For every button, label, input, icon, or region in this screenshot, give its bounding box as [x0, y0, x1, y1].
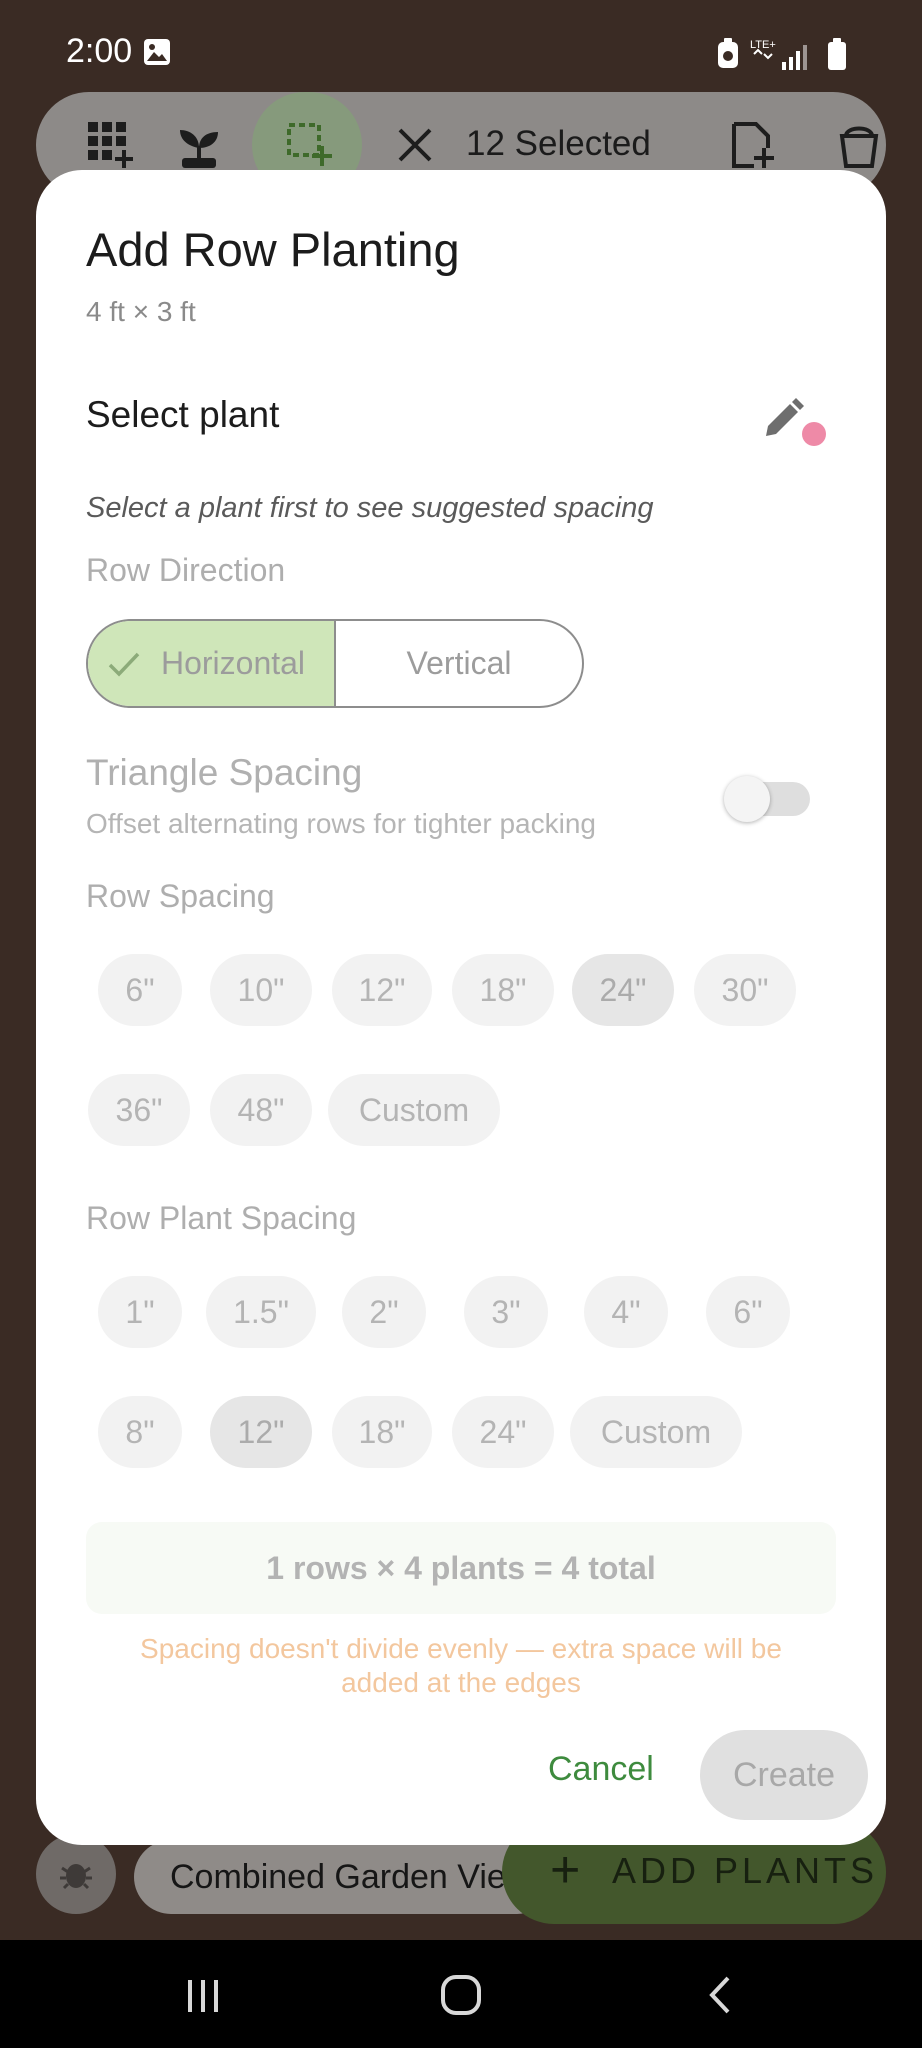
- row-spacing-chip[interactable]: 6": [98, 954, 182, 1026]
- triangle-spacing-subtitle: Offset alternating rows for tighter pack…: [86, 808, 596, 839]
- plant-spacing-chip[interactable]: 24": [452, 1396, 554, 1468]
- network-type: LTE+: [750, 39, 776, 51]
- grid-add-icon[interactable]: [88, 122, 134, 168]
- row-spacing-custom-chip[interactable]: Custom: [328, 1074, 500, 1146]
- create-button[interactable]: Create: [700, 1730, 868, 1820]
- plus-icon: +: [550, 1841, 581, 1899]
- battery-icon: [828, 38, 846, 70]
- row-spacing-chip[interactable]: 12": [332, 954, 432, 1026]
- system-navigation-bar: [0, 1940, 922, 2048]
- triangle-spacing-title: Triangle Spacing: [86, 752, 363, 793]
- back-icon[interactable]: [696, 1970, 746, 2020]
- unset-indicator-dot: [802, 422, 826, 446]
- recent-apps-icon[interactable]: [178, 1970, 228, 2020]
- planting-summary: 1 rows × 4 plants = 4 total: [86, 1522, 836, 1614]
- status-time: 2:00: [66, 32, 133, 70]
- direction-horizontal-label: Horizontal: [160, 645, 306, 681]
- row-spacing-chip[interactable]: 18": [452, 954, 554, 1026]
- dialog-title: Add Row Planting: [86, 223, 460, 276]
- plant-spacing-chip[interactable]: 2": [342, 1276, 426, 1348]
- plant-spacing-chip[interactable]: 3": [464, 1276, 548, 1348]
- row-spacing-chip[interactable]: 30": [694, 954, 796, 1026]
- garden-view-chip[interactable]: Combined Garden Vie: [134, 1840, 554, 1914]
- seedling-icon[interactable]: [176, 122, 222, 168]
- selected-count: 12 Selected: [466, 124, 651, 163]
- plant-spacing-chip[interactable]: 8": [98, 1396, 182, 1468]
- triangle-spacing-switch-knob[interactable]: [724, 776, 770, 822]
- select-plant-label[interactable]: Select plant: [86, 394, 279, 436]
- plant-spacing-chip[interactable]: 1.5": [206, 1276, 316, 1348]
- status-bar: 2:00 LTE+: [0, 0, 922, 100]
- direction-horizontal-option[interactable]: Horizontal: [88, 621, 336, 706]
- plant-spacing-custom-chip[interactable]: Custom: [570, 1396, 742, 1468]
- row-spacing-label: Row Spacing: [86, 878, 275, 914]
- plant-spacing-chip[interactable]: 6": [706, 1276, 790, 1348]
- bed-size: 4 ft × 3 ft: [86, 296, 196, 327]
- gallery-notification-icon: [144, 39, 170, 65]
- plant-spacing-chip-selected[interactable]: 12": [210, 1396, 312, 1468]
- close-selection-icon[interactable]: [392, 122, 438, 168]
- direction-vertical-option[interactable]: Vertical: [336, 621, 582, 706]
- row-spacing-chip[interactable]: 36": [88, 1074, 190, 1146]
- plant-spacing-chip[interactable]: 4": [584, 1276, 668, 1348]
- spacing-warning: Spacing doesn't divide evenly — extra sp…: [140, 1633, 782, 1698]
- home-icon[interactable]: [436, 1970, 486, 2020]
- bucket-icon[interactable]: [836, 122, 882, 168]
- row-direction-toggle: Horizontal Vertical: [86, 619, 584, 708]
- row-direction-label: Row Direction: [86, 552, 286, 588]
- edit-icon[interactable]: [760, 396, 806, 442]
- new-document-icon[interactable]: [730, 122, 776, 168]
- check-icon: [108, 652, 140, 677]
- row-spacing-chip-selected[interactable]: 24": [572, 954, 674, 1026]
- plant-spacing-chip[interactable]: 1": [98, 1276, 182, 1348]
- add-row-planting-dialog: Add Row Planting 4 ft × 3 ft Select plan…: [36, 170, 886, 1845]
- plant-spacing-chip[interactable]: 18": [332, 1396, 432, 1468]
- status-indicators: LTE+: [718, 38, 846, 70]
- data-saver-icon: [718, 38, 738, 68]
- select-area-icon[interactable]: [286, 122, 332, 168]
- spacing-hint: Select a plant first to see suggested sp…: [86, 492, 654, 524]
- row-spacing-chip[interactable]: 48": [210, 1074, 312, 1146]
- signal-icon: [782, 45, 807, 70]
- direction-vertical-label: Vertical: [406, 645, 512, 681]
- row-spacing-chip[interactable]: 10": [210, 954, 312, 1026]
- debug-button[interactable]: [36, 1834, 116, 1914]
- row-plant-spacing-label: Row Plant Spacing: [86, 1200, 357, 1236]
- add-plants-label: ADD PLANTS: [612, 1850, 879, 1891]
- cancel-button[interactable]: Cancel: [548, 1750, 654, 1789]
- garden-name: Combined Garden Vie: [170, 1858, 506, 1896]
- bug-icon: [60, 1864, 92, 1890]
